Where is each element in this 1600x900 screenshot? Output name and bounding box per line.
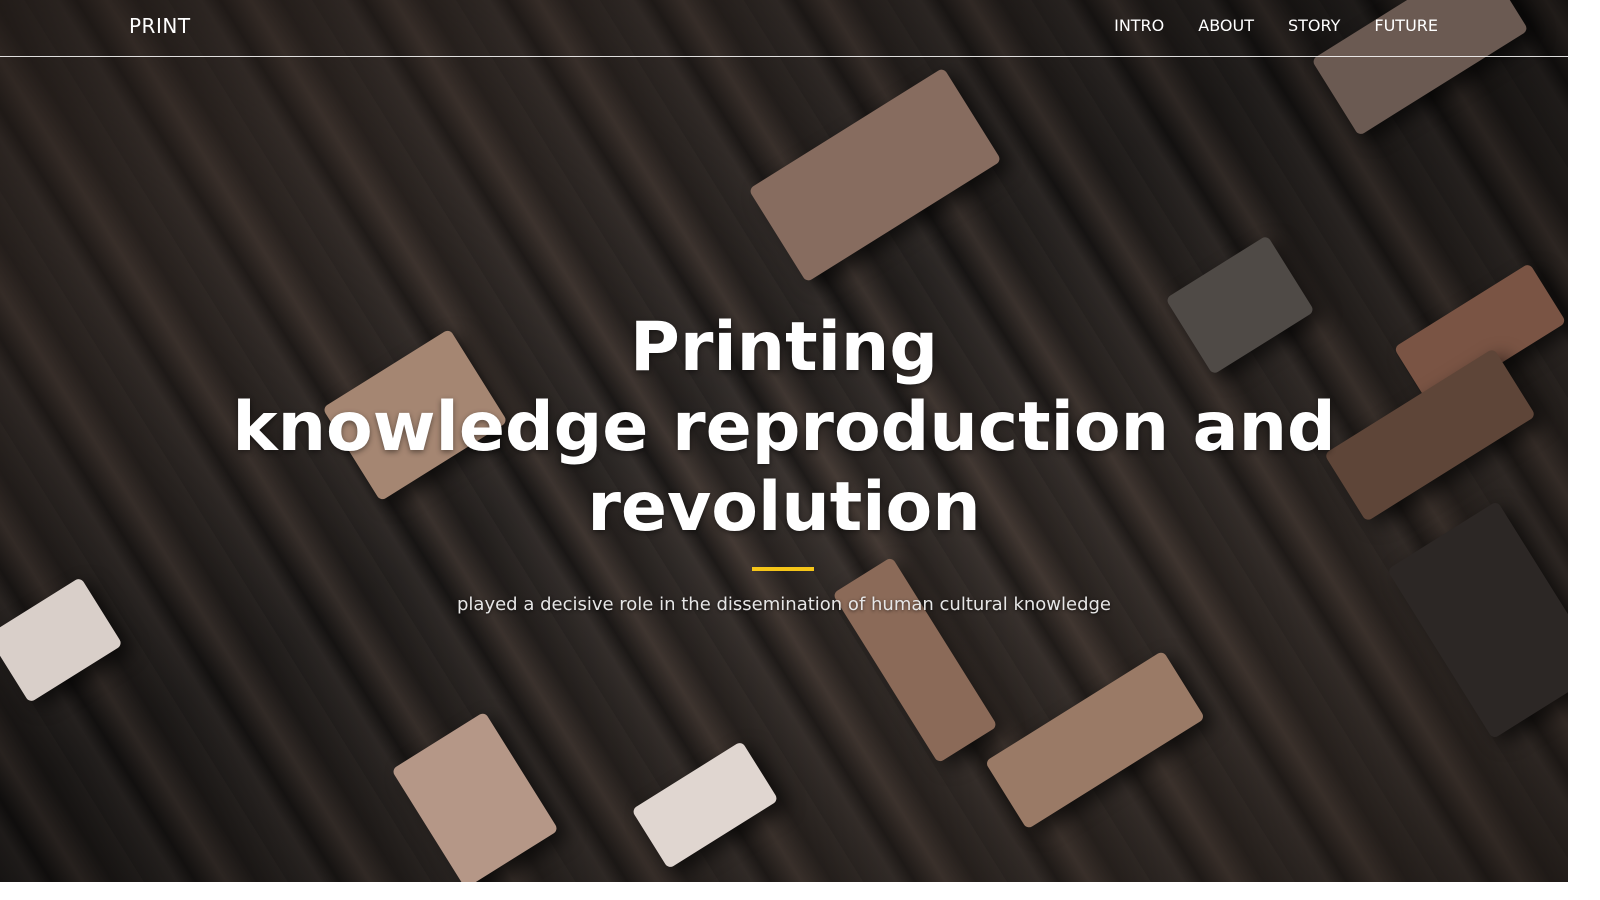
- nav-item-future[interactable]: FUTURE: [1374, 16, 1438, 35]
- type-block: [748, 67, 1002, 283]
- hero-title: Printing knowledge reproduction and revo…: [0, 308, 1568, 548]
- nav-menu: INTRO ABOUT STORY FUTURE: [1114, 16, 1438, 35]
- type-block: [832, 556, 998, 764]
- top-navbar: PRINT INTRO ABOUT STORY FUTURE: [0, 0, 1568, 57]
- hero-subtitle: played a decisive role in the disseminat…: [456, 594, 1112, 615]
- type-block: [391, 711, 559, 882]
- brand-logo[interactable]: PRINT: [129, 14, 191, 38]
- accent-divider: [752, 567, 814, 571]
- hero-title-line: Printing: [630, 308, 938, 387]
- hero-title-line: knowledge reproduction and: [232, 388, 1336, 467]
- nav-item-about[interactable]: ABOUT: [1198, 16, 1254, 35]
- hero-title-line: revolution: [587, 468, 981, 547]
- type-block: [631, 740, 779, 870]
- type-block: [984, 650, 1206, 830]
- nav-item-story[interactable]: STORY: [1288, 16, 1340, 35]
- hero-section: PRINT INTRO ABOUT STORY FUTURE Printing …: [0, 0, 1568, 882]
- nav-item-intro[interactable]: INTRO: [1114, 16, 1164, 35]
